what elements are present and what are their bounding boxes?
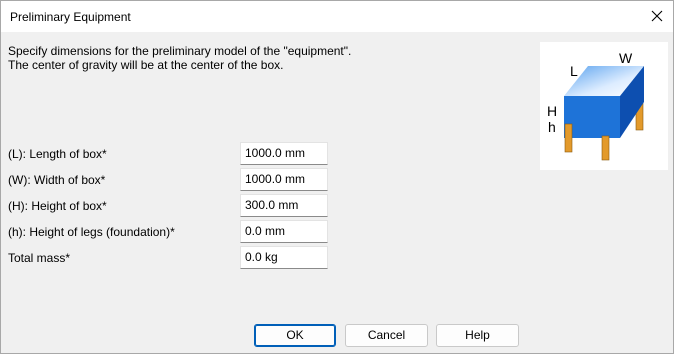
label-H: H: [547, 103, 557, 119]
width-label: (W): Width of box*: [8, 173, 106, 187]
legs-height-input[interactable]: 0.0 mm: [240, 220, 328, 243]
label-L: L: [570, 63, 578, 79]
window-title: Preliminary Equipment: [10, 10, 131, 24]
total-mass-input[interactable]: 0.0 kg: [240, 246, 328, 269]
label-h: h: [548, 119, 556, 135]
description-line-1: Specify dimensions for the preliminary m…: [8, 44, 352, 58]
close-button[interactable]: [641, 1, 673, 32]
description-line-2: The center of gravity will be at the cen…: [8, 58, 284, 72]
height-input[interactable]: 300.0 mm: [240, 194, 328, 217]
width-input[interactable]: 1000.0 mm: [240, 168, 328, 191]
dialog-window: Preliminary Equipment Specify dimensions…: [0, 0, 674, 354]
equipment-preview: L W H h: [540, 42, 668, 170]
equipment-box-illustration: L W H h: [547, 50, 644, 161]
close-icon: [651, 10, 663, 22]
legs-height-label: (h): Height of legs (foundation)*: [8, 225, 175, 239]
description: Specify dimensions for the preliminary m…: [8, 44, 351, 72]
label-W: W: [619, 50, 633, 66]
leg-front-left: [564, 123, 573, 153]
title-bar: Preliminary Equipment: [1, 1, 673, 32]
ok-button[interactable]: OK: [254, 324, 336, 347]
help-button[interactable]: Help: [436, 324, 519, 347]
cancel-button[interactable]: Cancel: [345, 324, 428, 347]
height-label: (H): Height of box*: [8, 199, 107, 213]
box-front: [564, 96, 620, 138]
length-input[interactable]: 1000.0 mm: [240, 142, 328, 165]
total-mass-label: Total mass*: [8, 251, 71, 265]
leg-front-right: [601, 135, 610, 161]
length-label: (L): Length of box*: [8, 147, 107, 161]
